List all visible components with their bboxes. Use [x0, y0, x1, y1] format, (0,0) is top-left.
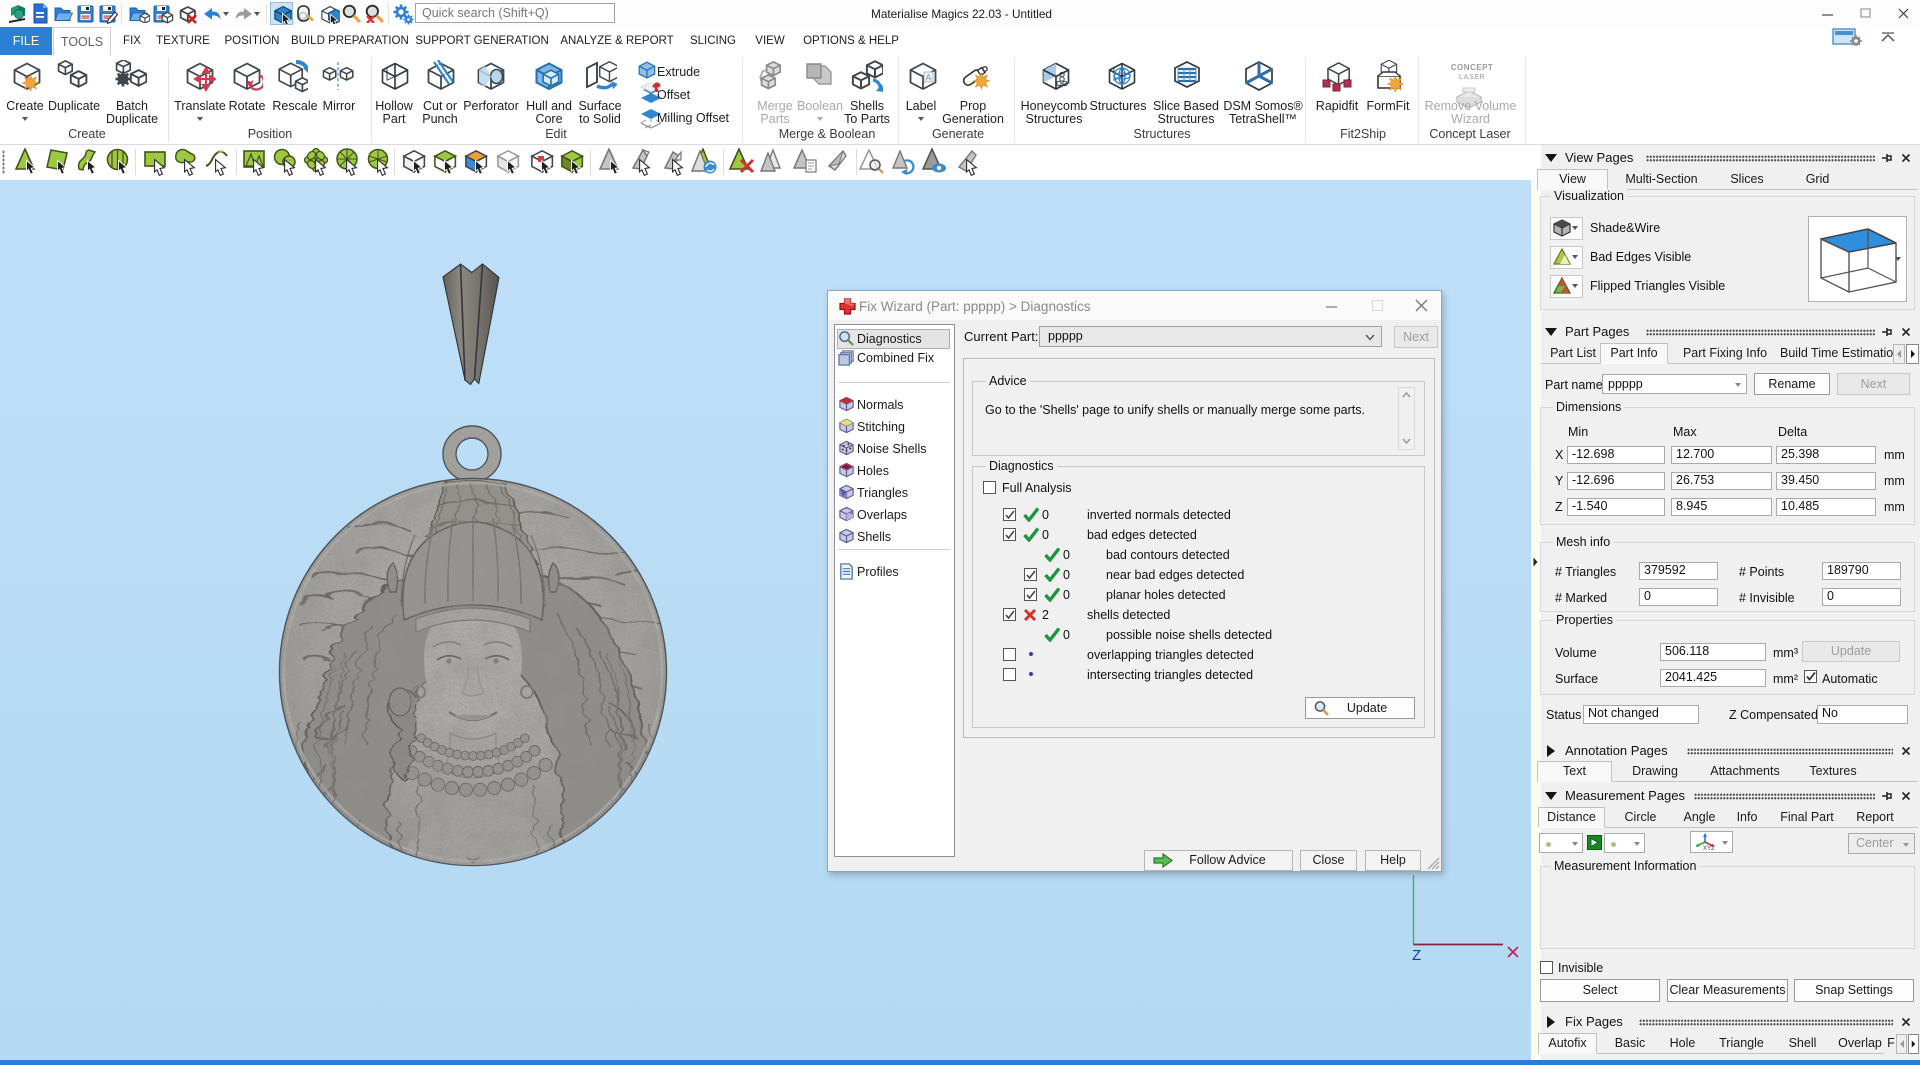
svg-text:XYZ: XYZ — [1703, 846, 1715, 851]
svg-text:Z: Z — [1412, 947, 1421, 964]
svg-text:A: A — [925, 73, 931, 83]
